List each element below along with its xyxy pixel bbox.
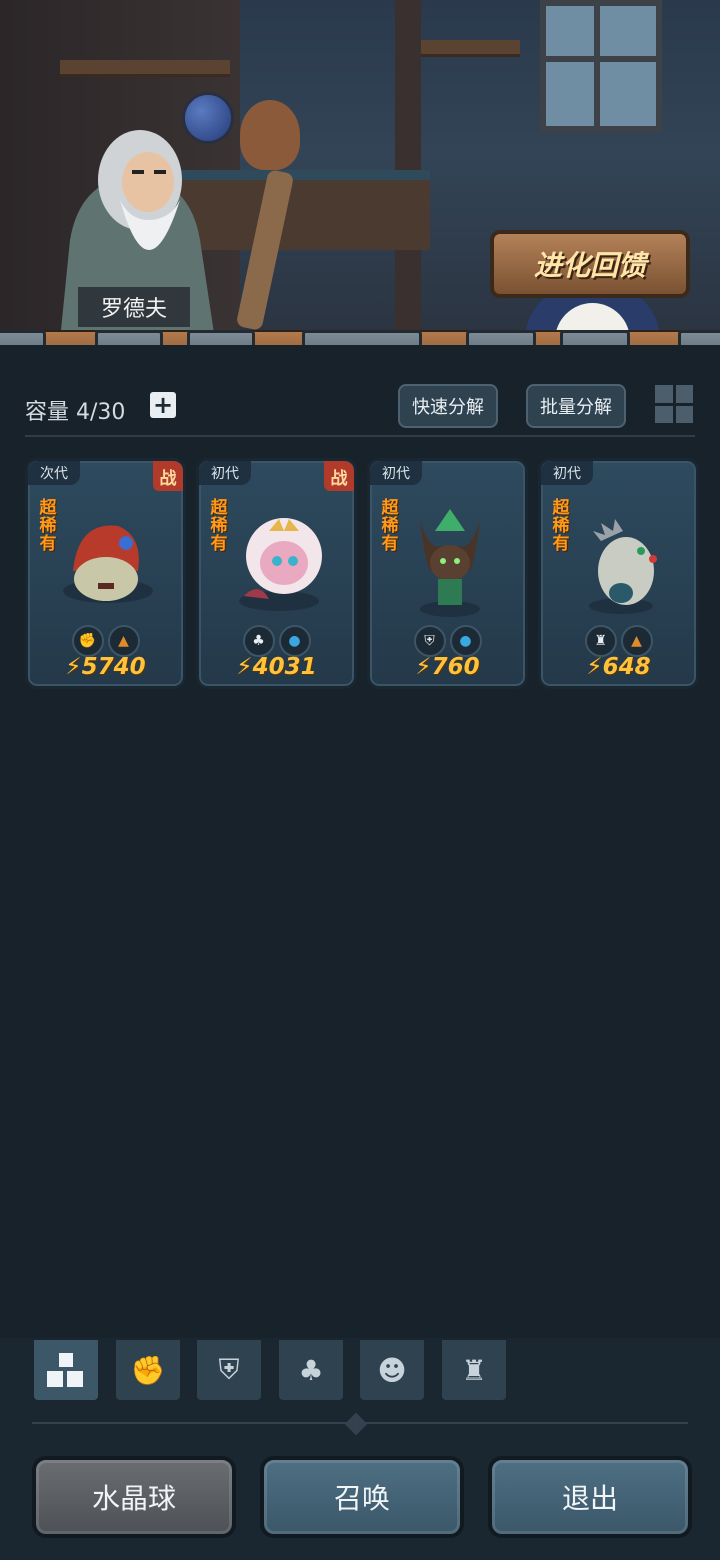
water-icon: ● (278, 625, 311, 657)
sprout-icon: ♣ (242, 625, 275, 657)
skill-icon-row: ♣ ● (199, 625, 354, 657)
crystal-ball-button[interactable]: 水晶球 (32, 1456, 236, 1538)
quick-decompose-button[interactable]: 快速分解 (398, 384, 498, 428)
power-value: ⚡760 (415, 654, 480, 680)
generation-label: 初代 (541, 461, 593, 485)
expand-capacity-button[interactable]: + (150, 392, 176, 418)
inventory-toolbar: 容量 4/30 + 快速分解 批量分解 (0, 378, 720, 438)
monster-portrait (420, 509, 480, 617)
sprout-icon: ♣ (298, 1353, 324, 1387)
owl-icon (240, 100, 300, 170)
fist-icon: ✊ (130, 1353, 166, 1387)
power-value: ⚡5740 (65, 654, 146, 680)
filter-sprout-tab[interactable]: ♣ (277, 1338, 345, 1402)
battle-badge: 战 (324, 461, 354, 491)
skill-icon-row: ✊ ▲ (28, 625, 183, 657)
skill-icon-row: ♜ ▲ (541, 625, 696, 657)
tower-icon: ♜ (461, 1353, 487, 1387)
skill-icon-row: ⛨ ● (370, 625, 525, 657)
scene-shelf (410, 40, 520, 57)
filter-all-tab[interactable] (32, 1338, 100, 1402)
batch-decompose-button[interactable]: 批量分解 (526, 384, 626, 428)
evolution-reward-button[interactable]: 进化回馈 (490, 230, 690, 298)
power-value: ⚡648 (586, 654, 651, 680)
ledge-stone (560, 330, 630, 345)
monster-card[interactable]: 初代 超稀有 ⛨ ● ⚡760 (367, 458, 528, 689)
exit-button[interactable]: 退出 (488, 1456, 692, 1538)
generation-label: 初代 (370, 461, 422, 485)
fist-icon: ✊ (71, 625, 104, 657)
scene-shelf (60, 60, 230, 77)
earth-icon: ▲ (107, 625, 140, 657)
grid-view-icon[interactable] (655, 385, 693, 423)
generation-label: 初代 (199, 461, 251, 485)
scene-illustration: 罗德夫 进化回馈 (0, 0, 720, 345)
filter-fist-tab[interactable]: ✊ (114, 1338, 182, 1402)
shield-icon: ⛨ (218, 1353, 240, 1386)
capacity-label: 容量 4/30 (25, 400, 126, 425)
rarity-label: 超稀有 (210, 498, 228, 554)
water-icon: ● (449, 625, 482, 657)
ledge-stone (95, 330, 163, 345)
ledge-stone (678, 330, 720, 345)
filter-shield-tab[interactable]: ⛨ (195, 1338, 263, 1402)
ledge-stone (302, 330, 422, 345)
filter-alien-tab[interactable]: ☻ (358, 1338, 426, 1402)
summon-button[interactable]: 召唤 (260, 1456, 464, 1538)
monster-card[interactable]: 次代 战 超稀有 ✊ ▲ ⚡5740 (25, 458, 186, 689)
monster-card[interactable]: 初代 超稀有 ♜ ▲ ⚡648 (538, 458, 699, 689)
ledge-stone (187, 330, 255, 345)
divider (25, 435, 695, 437)
power-value: ⚡4031 (236, 654, 317, 680)
all-icon (47, 1353, 83, 1387)
bottom-panel: ✊ ⛨ ♣ ☻ ♜ 水晶球 召唤 退出 (0, 1338, 720, 1560)
ledge-stone (466, 330, 536, 345)
generation-label: 次代 (28, 461, 80, 485)
alien-icon: ☻ (377, 1353, 407, 1387)
rarity-label: 超稀有 (39, 498, 57, 554)
monster-portrait (239, 518, 322, 611)
tower-icon: ♜ (584, 625, 617, 657)
scene-window (540, 0, 662, 132)
rarity-label: 超稀有 (381, 498, 399, 554)
monster-portrait (63, 525, 153, 603)
shield-icon: ⛨ (413, 625, 446, 657)
monster-card[interactable]: 初代 战 超稀有 ♣ ● ⚡4031 (196, 458, 357, 689)
filter-tower-tab[interactable]: ♜ (440, 1338, 508, 1402)
earth-icon: ▲ (620, 625, 653, 657)
battle-badge: 战 (153, 461, 183, 491)
ledge-stone (0, 330, 46, 345)
npc-name: 罗德夫 (78, 287, 190, 327)
divider-ornament (344, 1412, 368, 1436)
monster-portrait (589, 519, 657, 614)
rarity-label: 超稀有 (552, 498, 570, 554)
